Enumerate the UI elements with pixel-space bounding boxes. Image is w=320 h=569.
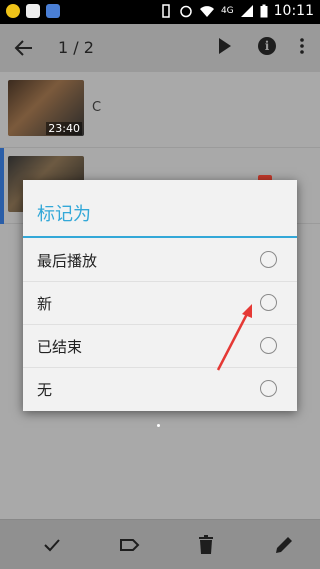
delete-icon[interactable]: [194, 533, 218, 557]
dialog-title: 标记为: [37, 204, 91, 225]
mark-as-dialog: 标记为 最后播放 新 已结束 无: [23, 180, 297, 411]
video-duration: 23:40: [46, 122, 82, 135]
app-notification-icon: [6, 4, 20, 18]
annotation-arrow-icon: [216, 304, 252, 371]
page-count: 1 / 2: [58, 38, 94, 57]
toolbar: 1 / 2 i: [0, 24, 320, 72]
image-notification-icon: [26, 4, 40, 18]
back-arrow-icon[interactable]: [12, 36, 36, 60]
status-left-icons: [6, 4, 60, 18]
status-time: 10:11: [273, 3, 314, 19]
radio-button[interactable]: [260, 337, 277, 354]
status-bar: 4G 10:11: [0, 0, 320, 24]
option-label: 新: [37, 295, 53, 313]
dialog-title-divider: [23, 236, 297, 238]
option-last-played[interactable]: 最后播放: [23, 239, 297, 282]
radio-button[interactable]: [260, 251, 277, 268]
video-thumbnail: 23:40: [8, 80, 84, 136]
status-right-icons: 4G 10:11: [159, 3, 314, 19]
bottom-action-bar: [0, 519, 320, 569]
option-label: 已结束: [37, 338, 83, 356]
alarm-icon: [180, 5, 192, 18]
overflow-menu-icon[interactable]: [300, 38, 304, 54]
battery-icon: [260, 4, 268, 18]
wifi-icon: [199, 6, 214, 17]
radio-button[interactable]: [260, 294, 277, 311]
play-icon[interactable]: [218, 37, 232, 55]
vibrate-icon: [162, 4, 170, 18]
bluetooth-app-icon: [46, 4, 60, 18]
divider-dot: [157, 424, 160, 427]
label-tag-icon[interactable]: [118, 533, 142, 557]
radio-button[interactable]: [260, 380, 277, 397]
list-item[interactable]: 23:40 C: [0, 72, 320, 148]
signal-icon: [240, 5, 253, 17]
option-label: 最后播放: [37, 252, 98, 270]
video-title: C: [92, 100, 102, 115]
info-icon[interactable]: i: [258, 37, 276, 55]
option-label: 无: [37, 381, 53, 399]
edit-pencil-icon[interactable]: [272, 533, 296, 557]
selection-indicator: [0, 148, 4, 224]
check-icon[interactable]: [40, 533, 64, 557]
network-type-label: 4G: [220, 6, 234, 16]
